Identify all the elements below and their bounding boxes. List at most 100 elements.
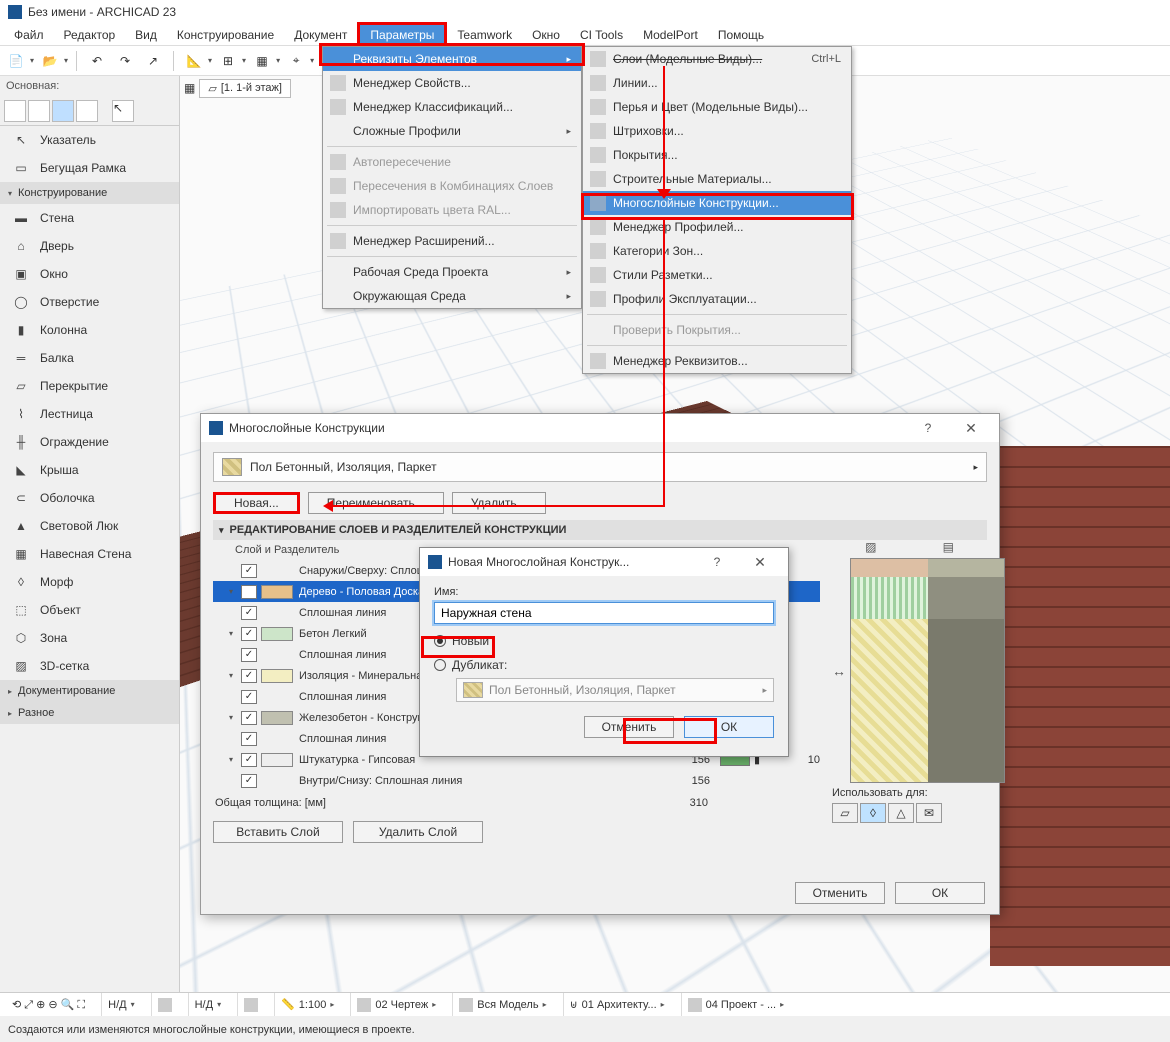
sb-nav-icons[interactable]: ⟲ ⤢ ⊕ ⊖ 🔍 ⛶ — [6, 993, 91, 1016]
tool-3[interactable]: ◯Отверстие — [0, 288, 179, 316]
menu-item[interactable]: Штриховки... — [583, 119, 851, 143]
btn-delete-composite[interactable]: Удалить... — [452, 492, 546, 514]
tool-6[interactable]: ▱Перекрытие — [0, 372, 179, 400]
tool-marquee[interactable]: ▭Бегущая Рамка — [0, 154, 179, 182]
sb-nd2[interactable]: Н/Д▾ — [188, 993, 227, 1016]
checkbox[interactable]: ✓ — [241, 753, 257, 767]
tb-redo-icon[interactable]: ↷ — [113, 49, 137, 73]
menu-item[interactable]: Линии... — [583, 71, 851, 95]
sb-nd1[interactable]: Н/Д▾ — [101, 993, 140, 1016]
dialog1-help[interactable]: ? — [913, 421, 943, 435]
menu-item[interactable]: Окружающая Среда▸ — [323, 284, 581, 308]
menu-item[interactable]: Стили Разметки... — [583, 263, 851, 287]
group-doc[interactable]: Документирование — [0, 680, 179, 702]
radio-duplicate[interactable] — [434, 659, 446, 671]
tool-0[interactable]: ▬Стена — [0, 204, 179, 232]
menu-item[interactable]: Строительные Материалы... — [583, 167, 851, 191]
sb-model[interactable]: Вся Модель▸ — [452, 993, 552, 1016]
usefor-wall-icon[interactable]: ▱ — [832, 803, 858, 823]
tool-9[interactable]: ◣Крыша — [0, 456, 179, 484]
material-swatch-icon[interactable] — [261, 627, 293, 641]
tb-grid-icon[interactable]: ▦ — [250, 49, 274, 73]
menu-item[interactable]: Перья и Цвет (Модельные Виды)... — [583, 95, 851, 119]
tool-12[interactable]: ▦Навесная Стена — [0, 540, 179, 568]
menu-teamwork[interactable]: Teamwork — [447, 25, 522, 45]
sb-ic1[interactable] — [158, 998, 172, 1012]
menu-документ[interactable]: Документ — [284, 25, 357, 45]
usefor-roof-icon[interactable]: △ — [888, 803, 914, 823]
menu-modelport[interactable]: ModelPort — [633, 25, 708, 45]
chevron-icon[interactable]: ▾ — [225, 629, 237, 638]
menu-окно[interactable]: Окно — [522, 25, 570, 45]
tool-11[interactable]: ▲Световой Люк — [0, 512, 179, 540]
tool-7[interactable]: ⌇Лестница — [0, 400, 179, 428]
section-edit-skins[interactable]: РЕДАКТИРОВАНИЕ СЛОЕВ И РАЗДЕЛИТЕЛЕЙ КОНС… — [213, 520, 987, 540]
view-tabs-icon[interactable]: ▦ — [184, 81, 195, 95]
tb-align-icon[interactable]: ⊞ — [216, 49, 240, 73]
menu-item[interactable]: Менеджер Расширений... — [323, 229, 581, 253]
hatch-icon[interactable]: ▨ — [865, 540, 876, 558]
tb-snap-icon[interactable]: ⌖ — [284, 49, 308, 73]
checkbox[interactable]: ✓ — [241, 648, 257, 662]
tool-14[interactable]: ⬚Объект — [0, 596, 179, 624]
fill-icon[interactable]: ▤ — [943, 540, 954, 558]
tool-arrow[interactable]: ↖Указатель — [0, 126, 179, 154]
material-swatch-icon[interactable] — [261, 585, 293, 599]
dialog2-cancel[interactable]: Отменить — [584, 716, 674, 738]
material-swatch-icon[interactable] — [261, 753, 293, 767]
menu-помощь[interactable]: Помощь — [708, 25, 774, 45]
checkbox[interactable]: ✓ — [241, 606, 257, 620]
sb-scale[interactable]: 📏1:100▸ — [274, 993, 340, 1016]
tool-4[interactable]: ▮Колонна — [0, 316, 179, 344]
tb-open-icon[interactable]: 📂 — [38, 49, 62, 73]
usefor-slab-icon[interactable]: ◊ — [860, 803, 886, 823]
dialog1-cancel[interactable]: Отменить — [795, 882, 885, 904]
menu-item[interactable]: Слои (Модельные Виды)...Ctrl+L — [583, 47, 851, 71]
sb-arch[interactable]: ⊎01 Архитекту...▸ — [563, 993, 671, 1016]
menu-item[interactable]: Профили Эксплуатации... — [583, 287, 851, 311]
checkbox[interactable]: ✓ — [241, 585, 257, 599]
tool-10[interactable]: ⊂Оболочка — [0, 484, 179, 512]
checkbox[interactable]: ✓ — [241, 690, 257, 704]
dialog2-close[interactable]: ✕ — [740, 554, 780, 571]
ib-4[interactable] — [76, 100, 98, 122]
tb-new-icon[interactable]: 📄 — [4, 49, 28, 73]
tool-16[interactable]: ▨3D-сетка — [0, 652, 179, 680]
tb-pick-icon[interactable]: ↗ — [141, 49, 165, 73]
menu-редактор[interactable]: Редактор — [54, 25, 126, 45]
checkbox[interactable]: ✓ — [241, 669, 257, 683]
menu-конструирование[interactable]: Конструирование — [167, 25, 284, 45]
tb-measure-icon[interactable]: 📐 — [182, 49, 206, 73]
menu-item[interactable]: Реквизиты Элементов▸ — [323, 47, 581, 71]
checkbox[interactable]: ✓ — [241, 711, 257, 725]
menu-item[interactable]: Менеджер Классификаций... — [323, 95, 581, 119]
composite-selector[interactable]: Пол Бетонный, Изоляция, Паркет ▸ — [213, 452, 987, 482]
tb-undo-icon[interactable]: ↶ — [85, 49, 109, 73]
menu-item[interactable]: Покрытия... — [583, 143, 851, 167]
sb-ic2[interactable] — [244, 998, 258, 1012]
checkbox[interactable]: ✓ — [241, 774, 257, 788]
tool-13[interactable]: ◊Морф — [0, 568, 179, 596]
menu-item[interactable]: Менеджер Реквизитов... — [583, 349, 851, 373]
group-misc[interactable]: Разное — [0, 702, 179, 724]
group-design[interactable]: Конструирование — [0, 182, 179, 204]
sb-project[interactable]: 04 Проект - ...▸ — [681, 993, 790, 1016]
btn-new-composite[interactable]: Новая... — [213, 492, 300, 514]
sb-drawing[interactable]: 02 Чертеж▸ — [350, 993, 442, 1016]
chevron-icon[interactable]: ▾ — [225, 671, 237, 680]
dialog1-ok[interactable]: ОК — [895, 882, 985, 904]
dialog1-close[interactable]: ✕ — [951, 420, 991, 437]
menu-ci tools[interactable]: CI Tools — [570, 25, 633, 45]
tool-15[interactable]: ⬡Зона — [0, 624, 179, 652]
ib-3[interactable] — [52, 100, 74, 122]
menu-файл[interactable]: Файл — [4, 25, 54, 45]
usefor-shell-icon[interactable]: ✉ — [916, 803, 942, 823]
tool-5[interactable]: ═Балка — [0, 344, 179, 372]
checkbox[interactable]: ✓ — [241, 627, 257, 641]
checkbox[interactable]: ✓ — [241, 564, 257, 578]
menu-item[interactable]: Категории Зон... — [583, 239, 851, 263]
arrow-adjust-icon[interactable]: ↔ — [832, 663, 846, 679]
tool-8[interactable]: ╫Ограждение — [0, 428, 179, 456]
name-input[interactable] — [434, 602, 774, 624]
material-swatch-icon[interactable] — [261, 711, 293, 725]
